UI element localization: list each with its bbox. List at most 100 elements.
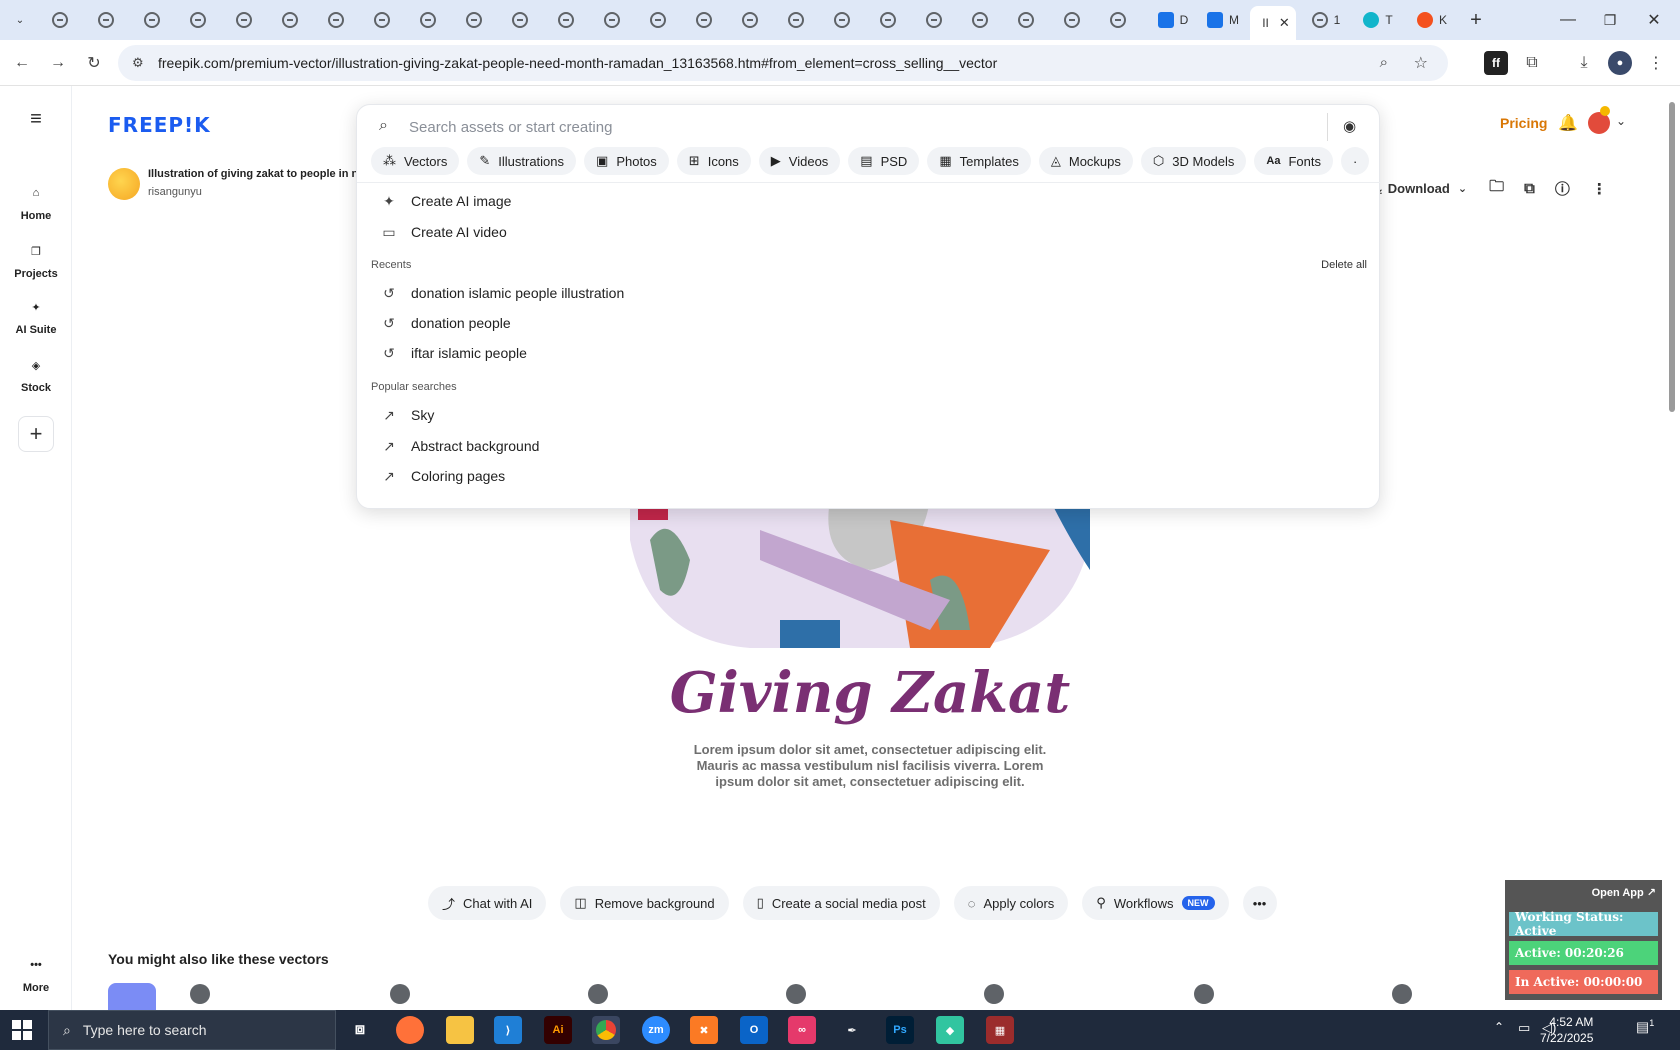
notifications-bell-icon[interactable]: 🔔: [1558, 113, 1578, 133]
page-scrollbar[interactable]: [1667, 88, 1677, 1008]
illustrator-icon[interactable]: Ai: [544, 1016, 572, 1044]
browser-tab[interactable]: [92, 6, 120, 34]
chip-videos[interactable]: ▶ Videos: [758, 147, 841, 175]
tray-chevron-icon[interactable]: ⌃: [1494, 1020, 1504, 1034]
hamburger-menu-icon[interactable]: ≡: [0, 108, 72, 131]
browser-tab[interactable]: [874, 6, 902, 34]
browser-tab[interactable]: [322, 6, 350, 34]
related-thumbnail[interactable]: [108, 983, 156, 1010]
more-tools-button[interactable]: •••: [1242, 886, 1277, 920]
tab-m[interactable]: M: [1200, 6, 1246, 34]
browser-tab[interactable]: [230, 6, 258, 34]
chat-with-ai-button[interactable]: ⤴ Chat with AI: [428, 886, 547, 920]
rail-item-more[interactable]: ••• More: [0, 954, 72, 994]
pen-tool-icon[interactable]: ✒: [838, 1016, 866, 1044]
chip-3d-models[interactable]: ⬡ 3D Models: [1140, 147, 1247, 175]
tab-search-dropdown[interactable]: ⌄: [6, 6, 34, 34]
browser-tab[interactable]: [736, 6, 764, 34]
browser-tab[interactable]: [506, 6, 534, 34]
browser-tab[interactable]: [1012, 6, 1040, 34]
chip-templates[interactable]: ▦ Templates: [927, 147, 1031, 175]
app-icon[interactable]: ◆: [936, 1016, 964, 1044]
apply-colors-button[interactable]: ◌ Apply colors: [953, 886, 1069, 920]
address-bar[interactable]: ⚙ freepik.com/premium-vector/illustratio…: [118, 45, 1448, 81]
camera-search-icon[interactable]: ◉: [1343, 117, 1356, 135]
author-avatar[interactable]: [108, 168, 140, 200]
chip-photos[interactable]: ▣ Photos: [584, 147, 669, 175]
rail-item-stock[interactable]: ◈ Stock: [0, 354, 72, 395]
create-ai-video-item[interactable]: ▭ Create AI video: [381, 224, 506, 241]
tab-d[interactable]: D: [1150, 6, 1196, 34]
browser-tab[interactable]: [644, 6, 672, 34]
popular-item[interactable]: ↗ Sky: [381, 407, 434, 424]
notifications-icon[interactable]: ▤1: [1636, 1018, 1654, 1036]
social-media-post-button[interactable]: ▯ Create a social media post: [742, 886, 940, 920]
taskbar-search[interactable]: ⌕ Type here to search: [48, 1010, 336, 1050]
pricing-link[interactable]: Pricing: [1500, 115, 1547, 131]
profile-avatar[interactable]: ●: [1608, 51, 1632, 75]
rail-item-ai-suite[interactable]: ✦ AI Suite: [0, 296, 72, 337]
remove-background-button[interactable]: ◫ Remove background: [560, 886, 729, 920]
browser-tab[interactable]: [460, 6, 488, 34]
site-info-icon[interactable]: ⚙: [132, 55, 144, 71]
author-name[interactable]: risangunyu: [148, 186, 358, 198]
chip-vectors[interactable]: ⁂ Vectors: [371, 147, 460, 175]
rail-item-home[interactable]: ⌂ Home: [0, 182, 72, 222]
rail-item-projects[interactable]: ❐ Projects: [0, 240, 72, 281]
browser-tab[interactable]: [552, 6, 580, 34]
chip-more[interactable]: ·: [1340, 147, 1370, 175]
open-app-link[interactable]: Open App ↗: [1592, 886, 1656, 899]
browser-tab[interactable]: [966, 6, 994, 34]
download-icon[interactable]: ⤓: [1572, 51, 1596, 75]
task-view-icon[interactable]: ⧈: [346, 1016, 374, 1044]
tab-k[interactable]: K: [1412, 6, 1452, 34]
tab-t[interactable]: T: [1358, 6, 1398, 34]
xampp-icon[interactable]: ✖: [690, 1016, 718, 1044]
browser-tab[interactable]: [920, 6, 948, 34]
edit-image-icon[interactable]: ⧉: [1524, 180, 1535, 197]
popular-item[interactable]: ↗ Coloring pages: [381, 468, 505, 485]
firefox-icon[interactable]: [396, 1016, 424, 1044]
browser-tab[interactable]: [414, 6, 442, 34]
creative-cloud-icon[interactable]: ∞: [788, 1016, 816, 1044]
browser-tab[interactable]: [782, 6, 810, 34]
browser-tab[interactable]: [1104, 6, 1132, 34]
recent-item[interactable]: ↺ donation islamic people illustration: [381, 285, 624, 302]
more-options-icon[interactable]: ⋮: [1592, 180, 1607, 198]
delete-all-button[interactable]: Delete all: [1321, 259, 1367, 271]
restore-button[interactable]: ❐: [1596, 6, 1624, 34]
zoom-app-icon[interactable]: zm: [642, 1016, 670, 1044]
network-icon[interactable]: ▭: [1518, 1020, 1530, 1036]
file-explorer-icon[interactable]: [446, 1016, 474, 1044]
tab-1[interactable]: 1: [1306, 6, 1346, 34]
browser-tab[interactable]: [1058, 6, 1086, 34]
chip-psd[interactable]: ▤ PSD: [848, 147, 920, 175]
chip-fonts[interactable]: Aa Fonts: [1254, 147, 1333, 175]
winrar-icon[interactable]: ▦: [986, 1016, 1014, 1044]
extension-icon[interactable]: ff: [1484, 51, 1508, 75]
browser-tab[interactable]: [46, 6, 74, 34]
search-input[interactable]: [409, 115, 1279, 139]
new-tab-button[interactable]: +: [1462, 6, 1490, 34]
extensions-puzzle-icon[interactable]: ⧉: [1520, 51, 1544, 75]
chip-illustrations[interactable]: ✎ Illustrations: [467, 147, 577, 175]
workflows-button[interactable]: ⚲ Workflows NEW: [1082, 886, 1229, 920]
add-button[interactable]: +: [18, 416, 54, 452]
taskbar-clock[interactable]: 4:52 AM 7/22/2025: [1540, 1014, 1593, 1046]
browser-menu-icon[interactable]: ⋮: [1644, 51, 1668, 75]
tab-active[interactable]: II ✕: [1250, 6, 1296, 40]
chip-icons[interactable]: ⊞ Icons: [676, 147, 751, 175]
browser-tab[interactable]: [276, 6, 304, 34]
browser-tab[interactable]: [598, 6, 626, 34]
freepik-logo[interactable]: FREEP!K: [108, 113, 211, 137]
browser-tab[interactable]: [368, 6, 396, 34]
browser-tab[interactable]: [828, 6, 856, 34]
browser-tab[interactable]: [184, 6, 212, 34]
bookmark-star-icon[interactable]: ☆: [1414, 53, 1428, 73]
save-folder-icon[interactable]: 🗀: [1489, 176, 1504, 201]
vscode-icon[interactable]: ⟩: [494, 1016, 522, 1044]
scrollbar-thumb[interactable]: [1669, 102, 1675, 412]
chevron-down-icon[interactable]: ⌄: [1616, 114, 1626, 128]
info-icon[interactable]: ⓘ: [1555, 178, 1570, 199]
recent-item[interactable]: ↺ donation people: [381, 315, 511, 332]
